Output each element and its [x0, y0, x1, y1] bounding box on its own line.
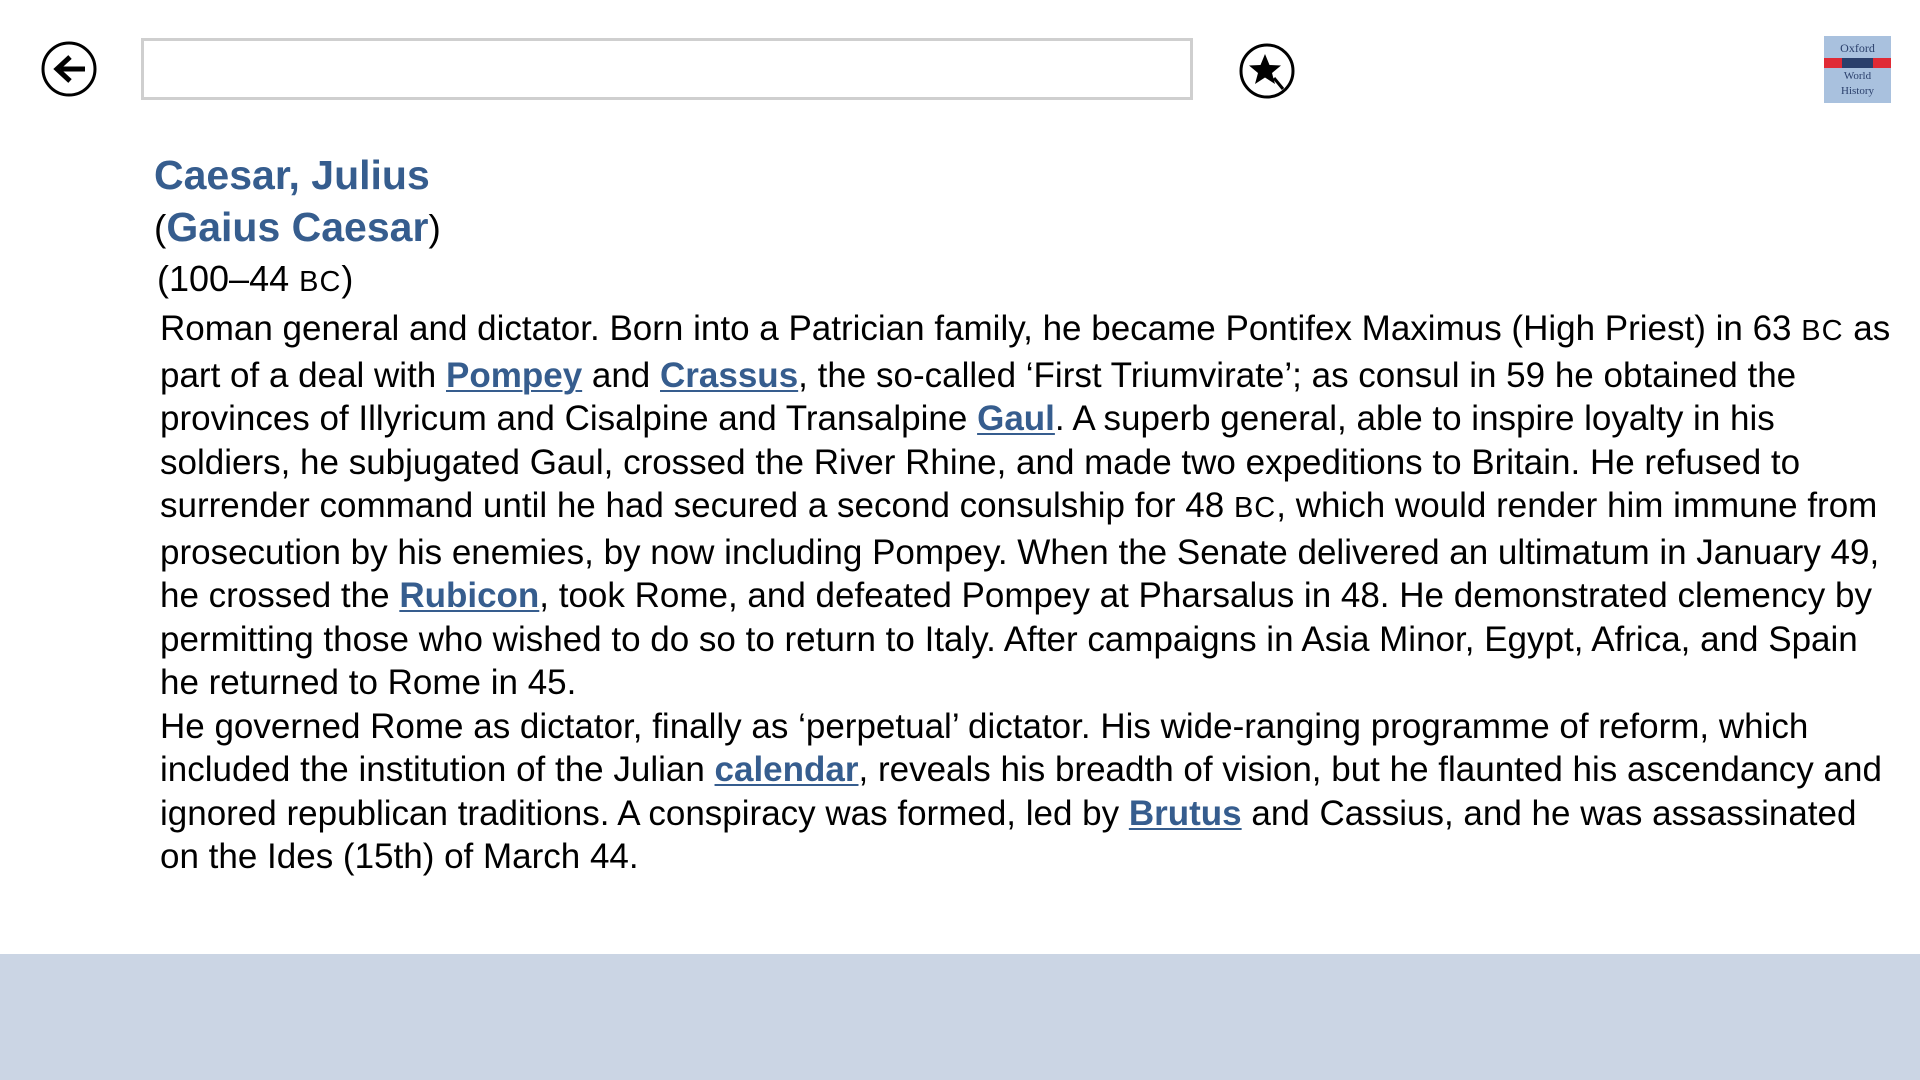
para1-text-3: and	[582, 355, 661, 395]
link-gaul[interactable]: Gaul	[977, 399, 1055, 438]
link-crassus[interactable]: Crassus	[660, 356, 798, 395]
alt-name-text: Gaius Caesar	[166, 204, 429, 250]
article: Caesar, Julius (Gaius Caesar) (100–44 BC…	[154, 148, 1894, 879]
logo-line-world: World	[1843, 70, 1872, 82]
logo-line-history: History	[1841, 85, 1874, 97]
entry-headword: Caesar, Julius	[154, 152, 430, 198]
entry-dates: (100–44 BC)	[157, 254, 1894, 307]
search-input[interactable]	[141, 38, 1193, 100]
logo-band	[1824, 58, 1891, 68]
oxford-world-history-logo: Oxford World History	[1824, 36, 1891, 103]
entry-paragraph-1: Roman general and dictator. Born into a …	[160, 307, 1900, 705]
era-label: BC	[1233, 492, 1277, 524]
logo-line-oxford: Oxford	[1840, 41, 1875, 55]
star-icon[interactable]	[1238, 42, 1296, 100]
link-pompey[interactable]: Pompey	[446, 356, 582, 395]
para1-text-1: Roman general and dictator. Born into a …	[160, 309, 1802, 348]
dates-close: )	[341, 258, 354, 299]
alt-name-open-paren: (	[154, 208, 167, 249]
entry-paragraph-2: He governed Rome as dictator, finally as…	[160, 705, 1900, 879]
back-arrow-icon[interactable]	[41, 41, 97, 97]
entry-alt-name: (Gaius Caesar)	[154, 202, 1894, 254]
link-brutus[interactable]: Brutus	[1129, 794, 1242, 833]
era-label: BC	[1801, 315, 1844, 347]
dates-era: BC	[299, 266, 342, 298]
dates-open: (100–44	[157, 258, 300, 299]
alt-name-close-paren: )	[428, 208, 441, 249]
footer-bar	[0, 954, 1920, 1080]
link-rubicon[interactable]: Rubicon	[399, 576, 539, 615]
page: Oxford World History Caesar, Julius (Gai…	[0, 0, 1920, 1080]
link-calendar[interactable]: calendar	[715, 750, 859, 789]
